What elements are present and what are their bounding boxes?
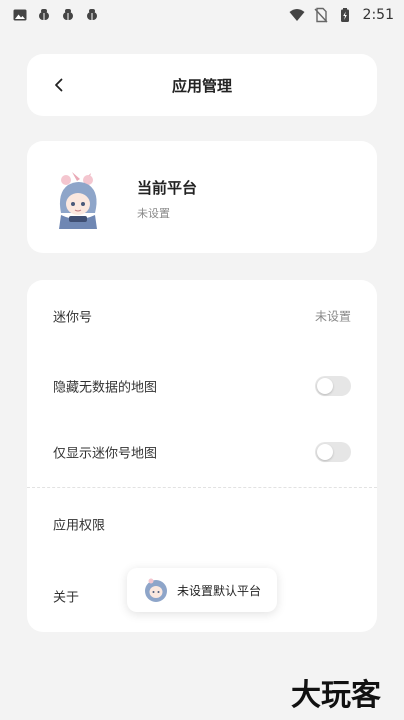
toggle-knob [317, 444, 333, 460]
hide-no-data-maps-label: 隐藏无数据的地图 [53, 380, 158, 396]
watermark-logo: 大玩客 [291, 678, 381, 713]
status-bar-left [12, 7, 100, 23]
toggle-knob [317, 378, 333, 394]
watermark-text: 大玩客 [291, 678, 381, 713]
hide-no-data-maps-row: 隐藏无数据的地图 [27, 356, 377, 416]
toast: 未设置默认平台 [127, 568, 277, 612]
platform-title: 当前平台 [137, 179, 198, 197]
only-mini-maps-label: 仅显示迷你号地图 [53, 446, 158, 462]
page-title: 应用管理 [171, 77, 232, 95]
app-permissions-row[interactable]: 应用权限 [27, 494, 377, 554]
platform-status: 未设置 [137, 207, 170, 220]
wifi-icon [289, 9, 305, 21]
battery-icon [340, 8, 349, 22]
no-sim-icon [314, 7, 328, 23]
mini-id-value: 未设置 [314, 309, 351, 324]
divider [27, 487, 377, 488]
status-bar: 2:51 [0, 0, 404, 30]
image-icon [13, 9, 27, 21]
about-label: 关于 [53, 590, 80, 606]
app-permissions-label: 应用权限 [53, 518, 106, 534]
bug-icon [87, 9, 97, 20]
toast-avatar [145, 578, 167, 602]
platform-avatar [59, 172, 97, 229]
status-bar-right: 2:51 [289, 7, 394, 23]
toast-message: 未设置默认平台 [177, 583, 262, 598]
current-platform-card[interactable]: 当前平台 未设置 [27, 141, 377, 253]
mini-id-label: 迷你号 [53, 310, 93, 326]
mini-id-row[interactable]: 迷你号 未设置 [27, 286, 377, 346]
bug-icon [63, 9, 73, 20]
bug-icon [39, 9, 49, 20]
header-bar: 应用管理 [27, 54, 377, 116]
hide-no-data-maps-toggle[interactable] [315, 376, 351, 396]
only-mini-maps-row: 仅显示迷你号地图 [27, 422, 377, 482]
status-time: 2:51 [362, 7, 394, 23]
only-mini-maps-toggle[interactable] [315, 442, 351, 462]
